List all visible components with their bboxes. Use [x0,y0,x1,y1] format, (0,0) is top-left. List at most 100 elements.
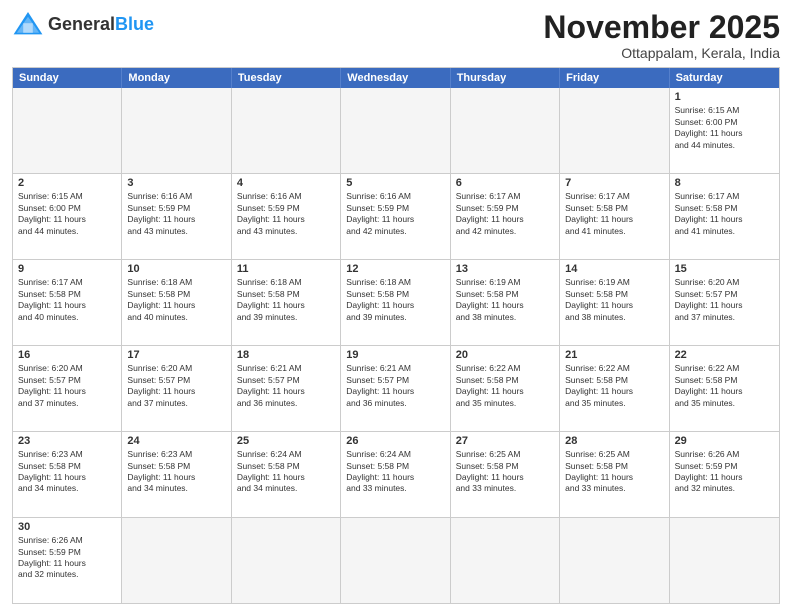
cal-cell [451,88,560,173]
day-info: Sunrise: 6:18 AM Sunset: 5:58 PM Dayligh… [346,277,444,323]
day-info: Sunrise: 6:17 AM Sunset: 5:58 PM Dayligh… [675,191,774,237]
cal-cell [341,518,450,603]
cal-cell: 14Sunrise: 6:19 AM Sunset: 5:58 PM Dayli… [560,260,669,345]
day-number: 6 [456,177,554,189]
day-number: 15 [675,263,774,275]
header-day-monday: Monday [122,68,231,88]
day-number: 18 [237,349,335,361]
day-number: 19 [346,349,444,361]
day-number: 26 [346,435,444,447]
day-number: 21 [565,349,663,361]
day-info: Sunrise: 6:21 AM Sunset: 5:57 PM Dayligh… [346,363,444,409]
day-number: 2 [18,177,116,189]
cal-cell: 12 Sunrise: 6:18 AM Sunset: 5:58 PM Dayli… [341,260,450,345]
cal-row-2: 9Sunrise: 6:17 AM Sunset: 5:58 PM Daylig… [13,260,779,346]
cal-row-5: 30Sunrise: 6:26 AM Sunset: 5:59 PM Dayli… [13,518,779,603]
cal-cell [560,88,669,173]
cal-cell: 6 Sunrise: 6:17 AM Sunset: 5:59 PM Daylig… [451,174,560,259]
day-info: Sunrise: 6:16 AM Sunset: 5:59 PM Dayligh… [346,191,444,237]
day-number: 10 [127,263,225,275]
day-number: 9 [18,263,116,275]
day-info: Sunrise: 6:24 AM Sunset: 5:58 PM Dayligh… [346,449,444,495]
day-number: 17 [127,349,225,361]
cal-cell: 30Sunrise: 6:26 AM Sunset: 5:59 PM Dayli… [13,518,122,603]
cal-cell [451,518,560,603]
day-info: Sunrise: 6:25 AM Sunset: 5:58 PM Dayligh… [456,449,554,495]
cal-cell: 2 Sunrise: 6:15 AM Sunset: 6:00 PM Daylig… [13,174,122,259]
day-number: 29 [675,435,774,447]
logo: GeneralBlue [12,10,154,38]
day-number: 5 [346,177,444,189]
day-info: Sunrise: 6:24 AM Sunset: 5:58 PM Dayligh… [237,449,335,495]
logo-icon [12,10,44,38]
cal-cell: 5 Sunrise: 6:16 AM Sunset: 5:59 PM Daylig… [341,174,450,259]
header-day-saturday: Saturday [670,68,779,88]
header-day-sunday: Sunday [13,68,122,88]
cal-row-0: 1Sunrise: 6:15 AM Sunset: 6:00 PM Daylig… [13,88,779,174]
cal-cell [232,88,341,173]
day-number: 7 [565,177,663,189]
cal-cell: 7 Sunrise: 6:17 AM Sunset: 5:58 PM Daylig… [560,174,669,259]
day-info: Sunrise: 6:17 AM Sunset: 5:59 PM Dayligh… [456,191,554,237]
header: GeneralBlue November 2025 Ottappalam, Ke… [12,10,780,61]
day-number: 3 [127,177,225,189]
day-info: Sunrise: 6:16 AM Sunset: 5:59 PM Dayligh… [237,191,335,237]
day-number: 16 [18,349,116,361]
day-info: Sunrise: 6:23 AM Sunset: 5:58 PM Dayligh… [127,449,225,495]
logo-text: GeneralBlue [48,14,154,35]
cal-cell: 3 Sunrise: 6:16 AM Sunset: 5:59 PM Daylig… [122,174,231,259]
cal-cell: 8Sunrise: 6:17 AM Sunset: 5:58 PM Daylig… [670,174,779,259]
day-number: 22 [675,349,774,361]
day-info: Sunrise: 6:26 AM Sunset: 5:59 PM Dayligh… [675,449,774,495]
cal-cell: 25 Sunrise: 6:24 AM Sunset: 5:58 PM Dayli… [232,432,341,517]
day-info: Sunrise: 6:20 AM Sunset: 5:57 PM Dayligh… [18,363,116,409]
day-info: Sunrise: 6:15 AM Sunset: 6:00 PM Dayligh… [18,191,116,237]
header-day-wednesday: Wednesday [341,68,450,88]
day-info: Sunrise: 6:19 AM Sunset: 5:58 PM Dayligh… [456,277,554,323]
cal-cell: 28Sunrise: 6:25 AM Sunset: 5:58 PM Dayli… [560,432,669,517]
day-info: Sunrise: 6:21 AM Sunset: 5:57 PM Dayligh… [237,363,335,409]
calendar-body: 1 Sunrise: 6:15 AM Sunset: 6:00 PM Daylig… [13,88,779,603]
day-number: 13 [456,263,554,275]
header-day-tuesday: Tuesday [232,68,341,88]
cal-cell [232,518,341,603]
cal-cell: 10 Sunrise: 6:18 AM Sunset: 5:58 PM Dayli… [122,260,231,345]
cal-cell: 18 Sunrise: 6:21 AM Sunset: 5:57 PM Dayli… [232,346,341,431]
cal-row-4: 23 Sunrise: 6:23 AM Sunset: 5:58 PM Dayli… [13,432,779,518]
day-info: Sunrise: 6:18 AM Sunset: 5:58 PM Dayligh… [127,277,225,323]
day-info: Sunrise: 6:17 AM Sunset: 5:58 PM Dayligh… [565,191,663,237]
calendar-header: SundayMondayTuesdayWednesdayThursdayFrid… [13,68,779,88]
month-title: November 2025 [543,10,780,45]
day-number: 11 [237,263,335,275]
cal-cell: 16 Sunrise: 6:20 AM Sunset: 5:57 PM Dayli… [13,346,122,431]
page: GeneralBlue November 2025 Ottappalam, Ke… [0,0,792,612]
logo-general: General [48,14,115,34]
cal-cell: 19 Sunrise: 6:21 AM Sunset: 5:57 PM Dayli… [341,346,450,431]
location-title: Ottappalam, Kerala, India [543,45,780,61]
day-number: 1 [675,91,774,103]
day-info: Sunrise: 6:23 AM Sunset: 5:58 PM Dayligh… [18,449,116,495]
day-info: Sunrise: 6:18 AM Sunset: 5:58 PM Dayligh… [237,277,335,323]
day-info: Sunrise: 6:22 AM Sunset: 5:58 PM Dayligh… [456,363,554,409]
cal-row-1: 2 Sunrise: 6:15 AM Sunset: 6:00 PM Daylig… [13,174,779,260]
day-number: 12 [346,263,444,275]
day-number: 23 [18,435,116,447]
cal-cell: 11 Sunrise: 6:18 AM Sunset: 5:58 PM Dayli… [232,260,341,345]
cal-cell: 27 Sunrise: 6:25 AM Sunset: 5:58 PM Dayli… [451,432,560,517]
day-number: 30 [18,521,116,533]
day-info: Sunrise: 6:16 AM Sunset: 5:59 PM Dayligh… [127,191,225,237]
cal-cell: 22 Sunrise: 6:22 AM Sunset: 5:58 PM Dayli… [670,346,779,431]
calendar: SundayMondayTuesdayWednesdayThursdayFrid… [12,67,780,604]
day-number: 4 [237,177,335,189]
cal-cell [122,88,231,173]
cal-cell [13,88,122,173]
day-number: 14 [565,263,663,275]
cal-cell: 9Sunrise: 6:17 AM Sunset: 5:58 PM Daylig… [13,260,122,345]
cal-cell: 20Sunrise: 6:22 AM Sunset: 5:58 PM Dayli… [451,346,560,431]
cal-cell [122,518,231,603]
day-number: 27 [456,435,554,447]
day-number: 25 [237,435,335,447]
day-number: 24 [127,435,225,447]
day-info: Sunrise: 6:22 AM Sunset: 5:58 PM Dayligh… [675,363,774,409]
day-info: Sunrise: 6:22 AM Sunset: 5:58 PM Dayligh… [565,363,663,409]
